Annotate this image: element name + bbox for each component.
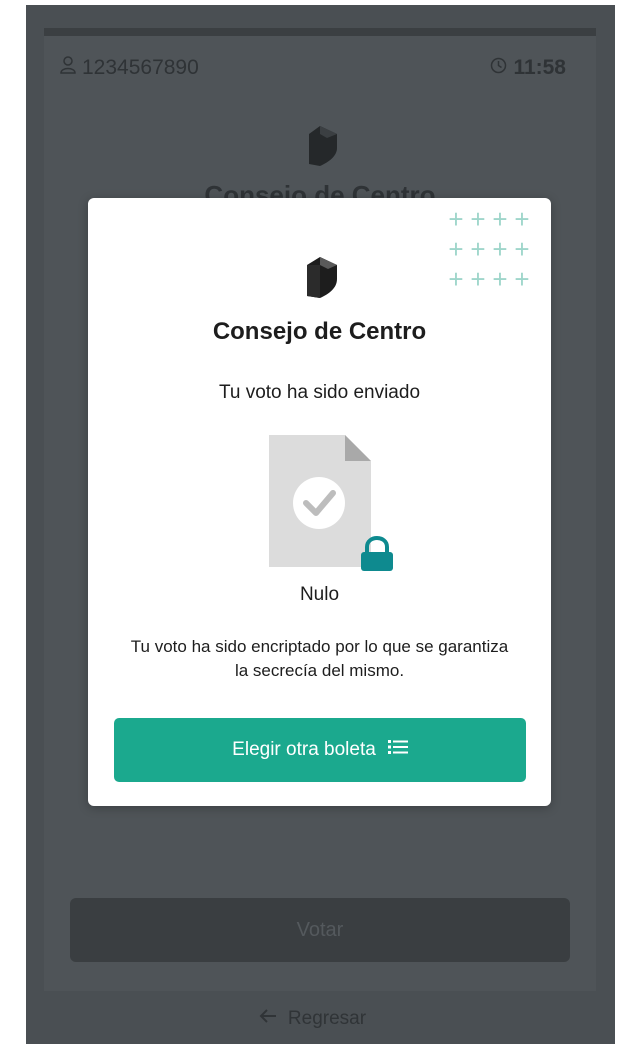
logo-icon xyxy=(301,255,339,306)
user-id-row: 1234567890 xyxy=(60,56,199,80)
modal-title: Consejo de Centro xyxy=(212,318,427,345)
list-icon xyxy=(387,739,408,761)
user-id: 1234567890 xyxy=(82,56,199,79)
encryption-notice: Tu voto ha sido encriptado por lo que se… xyxy=(130,637,509,680)
lock-icon xyxy=(361,536,393,571)
background-logo-icon xyxy=(301,124,339,173)
ballot-choice: Nulo xyxy=(299,584,340,605)
document-check-icon xyxy=(269,435,399,580)
vote-button-label: Votar xyxy=(296,918,344,941)
background-title: Consejo de Centro xyxy=(204,180,436,198)
vote-confirmation-modal: + + + + + + + + + + + + Consejo de Centro Tu voto… xyxy=(88,198,551,806)
vote-button[interactable]: Votar xyxy=(70,898,570,962)
back-link-label: Regresar xyxy=(287,1008,367,1029)
time-row: 11:58 xyxy=(490,56,566,80)
back-link[interactable]: Regresar xyxy=(0,1008,624,1030)
clock-icon xyxy=(490,56,507,80)
choose-another-ballot-label: Elegir otra boleta xyxy=(232,739,376,760)
arrow-left-icon xyxy=(258,1008,278,1030)
vote-sent-message: Tu voto ha sido enviado xyxy=(218,382,421,403)
choose-another-ballot-button[interactable]: Elegir otra boleta xyxy=(114,718,526,782)
frame-topbar xyxy=(44,28,596,36)
user-icon xyxy=(60,56,76,80)
plus-pattern-decoration: + + + + + + + + + + + + xyxy=(448,204,530,294)
session-time: 11:58 xyxy=(513,56,566,79)
